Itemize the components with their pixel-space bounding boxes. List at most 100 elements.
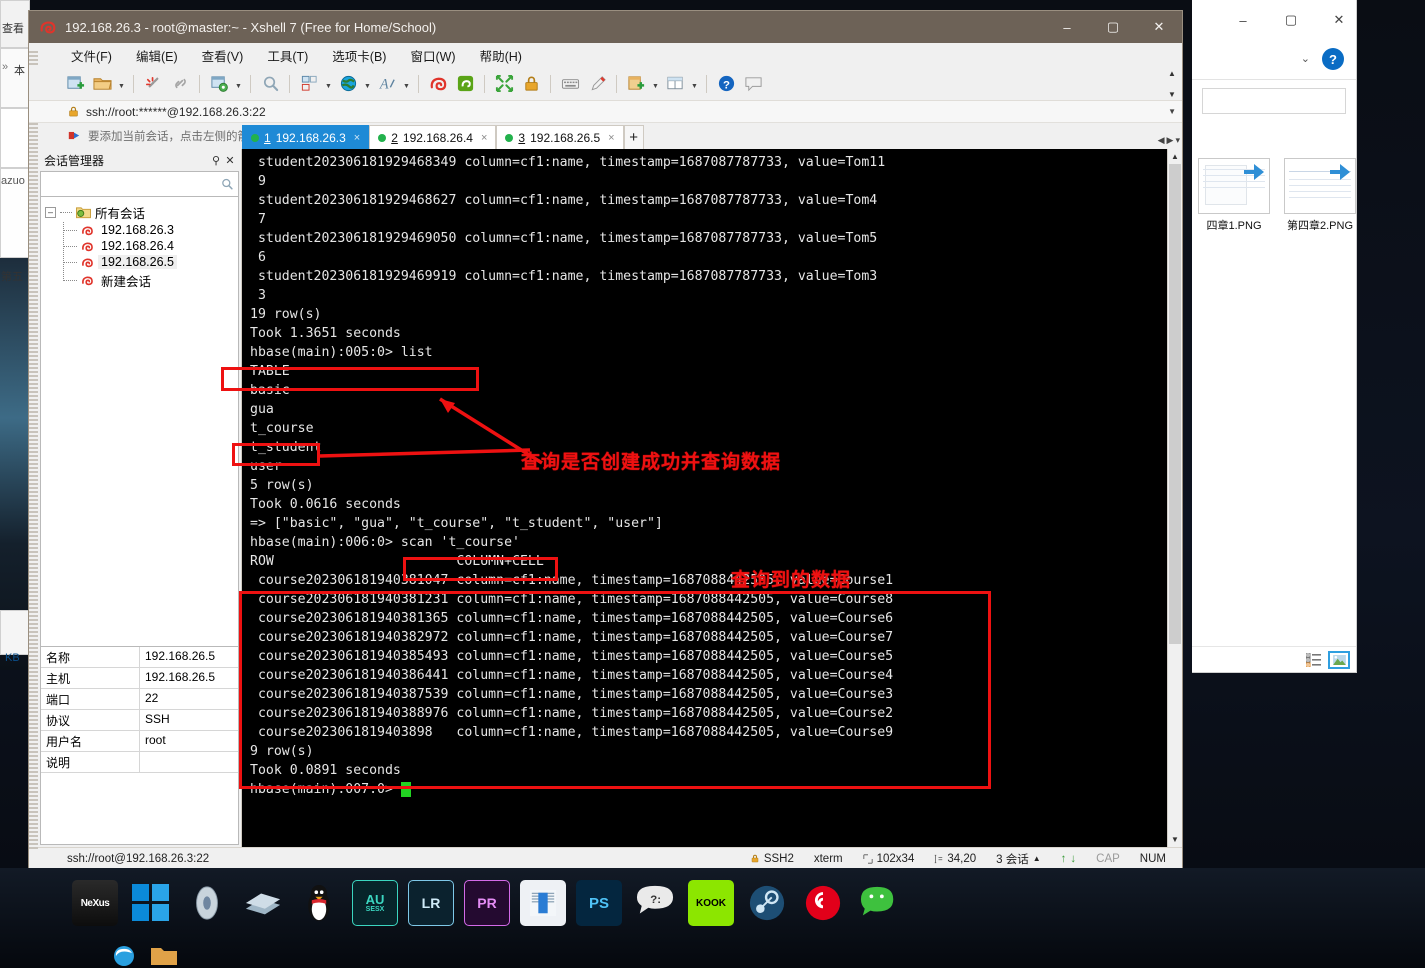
tab-nav-menu-icon[interactable]: ▾ xyxy=(1175,135,1180,146)
close-icon[interactable]: × xyxy=(354,132,360,144)
file-thumb-2[interactable]: 第四章2.PNG xyxy=(1284,158,1356,233)
session-item-3[interactable]: 192.168.26.5 xyxy=(59,254,234,270)
premiere-icon[interactable]: PR xyxy=(464,880,510,926)
edge-browser-icon[interactable] xyxy=(110,944,138,968)
explorer-maximize-button[interactable]: ▢ xyxy=(1276,8,1306,32)
chevron-down-icon[interactable]: ▼ xyxy=(324,72,333,96)
files-icon[interactable] xyxy=(240,880,286,926)
fullscreen-icon[interactable] xyxy=(492,72,516,96)
scroll-up-icon[interactable]: ▲ xyxy=(1168,69,1176,78)
wechat-icon[interactable] xyxy=(856,880,902,926)
background-window-status[interactable] xyxy=(0,610,30,655)
search-input[interactable] xyxy=(45,176,220,192)
font-icon[interactable]: A xyxy=(375,72,399,96)
disconnect-icon[interactable] xyxy=(141,72,165,96)
background-window-toolbar[interactable] xyxy=(0,48,30,108)
open-folder-icon[interactable] xyxy=(90,72,114,96)
tab-192-168-26-4[interactable]: 2 192.168.26.4 × xyxy=(369,125,497,149)
session-item-1[interactable]: 192.168.26.3 xyxy=(59,222,234,238)
address-value[interactable]: ssh://root:******@192.168.26.3:22 xyxy=(86,105,266,119)
background-window-nav[interactable] xyxy=(0,108,30,168)
chevron-down-icon[interactable]: ⌄ xyxy=(1301,52,1310,65)
pin-icon[interactable]: ⚲ xyxy=(209,154,223,167)
add-tab-icon[interactable] xyxy=(624,72,648,96)
scroll-down-icon[interactable]: ▼ xyxy=(1168,832,1182,847)
layout-icon[interactable] xyxy=(297,72,321,96)
scrollbar-thumb[interactable] xyxy=(1169,164,1181,644)
xshell-titlebar[interactable]: 192.168.26.3 - root@master:~ - Xshell 7 … xyxy=(29,11,1182,43)
session-search-box[interactable] xyxy=(40,171,239,197)
menu-tabs[interactable]: 选项卡(B) xyxy=(328,44,390,67)
close-button[interactable]: ✕ xyxy=(1136,11,1182,43)
globe-icon[interactable] xyxy=(336,72,360,96)
file-thumb-1[interactable]: 四章1.PNG xyxy=(1198,158,1270,233)
nexus-icon[interactable]: NeXus xyxy=(72,880,118,926)
menu-file[interactable]: 文件(F) xyxy=(67,44,116,67)
keyboard-icon[interactable] xyxy=(558,72,582,96)
lightroom-icon[interactable]: LR xyxy=(408,880,454,926)
explorer-address-bar[interactable] xyxy=(1202,88,1346,114)
tab-192-168-26-3[interactable]: 1 192.168.26.3 × xyxy=(242,125,370,149)
netease-music-icon[interactable] xyxy=(800,880,846,926)
menu-tools[interactable]: 工具(T) xyxy=(263,44,312,67)
properties-icon[interactable] xyxy=(207,72,231,96)
search-icon[interactable] xyxy=(220,177,234,191)
folder-tray-icon[interactable] xyxy=(150,944,178,968)
xshell-icon[interactable] xyxy=(426,72,450,96)
scroll-down-icon[interactable]: ▼ xyxy=(1168,90,1176,99)
link-icon[interactable] xyxy=(168,72,192,96)
tab-nav-right-icon[interactable]: ▶ xyxy=(1167,135,1174,146)
new-tab-button[interactable]: + xyxy=(623,125,644,149)
disk-icon[interactable] xyxy=(184,880,230,926)
qq-penguin-icon[interactable] xyxy=(296,880,342,926)
new-session-icon[interactable] xyxy=(63,72,87,96)
chevron-down-icon[interactable]: ▼ xyxy=(651,72,660,96)
find-icon[interactable] xyxy=(258,72,282,96)
thumbnail-view-icon[interactable] xyxy=(1328,650,1350,669)
tree-root-all-sessions[interactable]: – 所有会话 xyxy=(45,203,234,222)
session-item-new[interactable]: 新建会话 xyxy=(59,270,234,291)
chevron-down-icon[interactable]: ▼ xyxy=(117,72,126,96)
status-sessions[interactable]: 3 会话 ▲ xyxy=(986,851,1051,867)
steam-icon[interactable] xyxy=(744,880,790,926)
address-bar[interactable]: ssh://root:******@192.168.26.3:22 ▼ xyxy=(29,101,1182,123)
chevron-down-icon[interactable]: ▼ xyxy=(690,72,699,96)
chevron-down-icon[interactable]: ▼ xyxy=(402,72,411,96)
details-view-icon[interactable] xyxy=(1306,652,1322,667)
close-icon[interactable]: × xyxy=(481,132,487,144)
terminal-scrollbar[interactable]: ▲ ▼ xyxy=(1167,149,1182,847)
session-tree[interactable]: – 所有会话 192.168.26.3 192.168.26.4 192.168… xyxy=(40,197,239,647)
help-icon[interactable]: ? xyxy=(1322,48,1344,70)
word-icon[interactable] xyxy=(520,880,566,926)
close-icon[interactable]: × xyxy=(608,132,614,144)
qq-chat-icon[interactable]: ?: xyxy=(632,880,678,926)
close-icon[interactable]: ✕ xyxy=(223,154,237,167)
explorer-minimize-button[interactable]: – xyxy=(1228,8,1258,32)
toolbar-overflow-scroll[interactable]: ▲ ▼ xyxy=(1166,69,1178,99)
tab-nav-left-icon[interactable]: ◀ xyxy=(1158,135,1165,146)
xftp-icon[interactable] xyxy=(453,72,477,96)
tree-expand-toggle[interactable]: – xyxy=(45,207,56,218)
menu-window[interactable]: 窗口(W) xyxy=(406,44,459,67)
chevron-down-icon[interactable]: ▼ xyxy=(234,72,243,96)
maximize-button[interactable]: ▢ xyxy=(1090,11,1136,43)
lock-icon[interactable] xyxy=(519,72,543,96)
menu-view[interactable]: 查看(V) xyxy=(198,44,248,67)
chevron-down-icon[interactable]: ▼ xyxy=(1168,107,1176,116)
audition-icon[interactable]: AU SESX xyxy=(352,880,398,926)
chevron-up-icon[interactable]: ▲ xyxy=(1033,854,1041,863)
minimize-button[interactable]: – xyxy=(1044,11,1090,43)
windows-icon[interactable] xyxy=(128,880,174,926)
help-icon[interactable]: ? xyxy=(714,72,738,96)
chevron-down-icon[interactable]: ▼ xyxy=(363,72,372,96)
chat-icon[interactable] xyxy=(741,72,765,96)
highlight-pen-icon[interactable] xyxy=(585,72,609,96)
kook-icon[interactable]: KOOK xyxy=(688,880,734,926)
split-view-icon[interactable] xyxy=(663,72,687,96)
photoshop-icon[interactable]: PS xyxy=(576,880,622,926)
explorer-window[interactable]: – ▢ ✕ ⌄ ? 四章1.PNG 第四章2.PNG xyxy=(1192,0,1357,673)
explorer-close-button[interactable]: ✕ xyxy=(1324,8,1354,32)
menu-help[interactable]: 帮助(H) xyxy=(476,44,526,67)
scroll-up-icon[interactable]: ▲ xyxy=(1168,149,1182,164)
session-item-2[interactable]: 192.168.26.4 xyxy=(59,238,234,254)
